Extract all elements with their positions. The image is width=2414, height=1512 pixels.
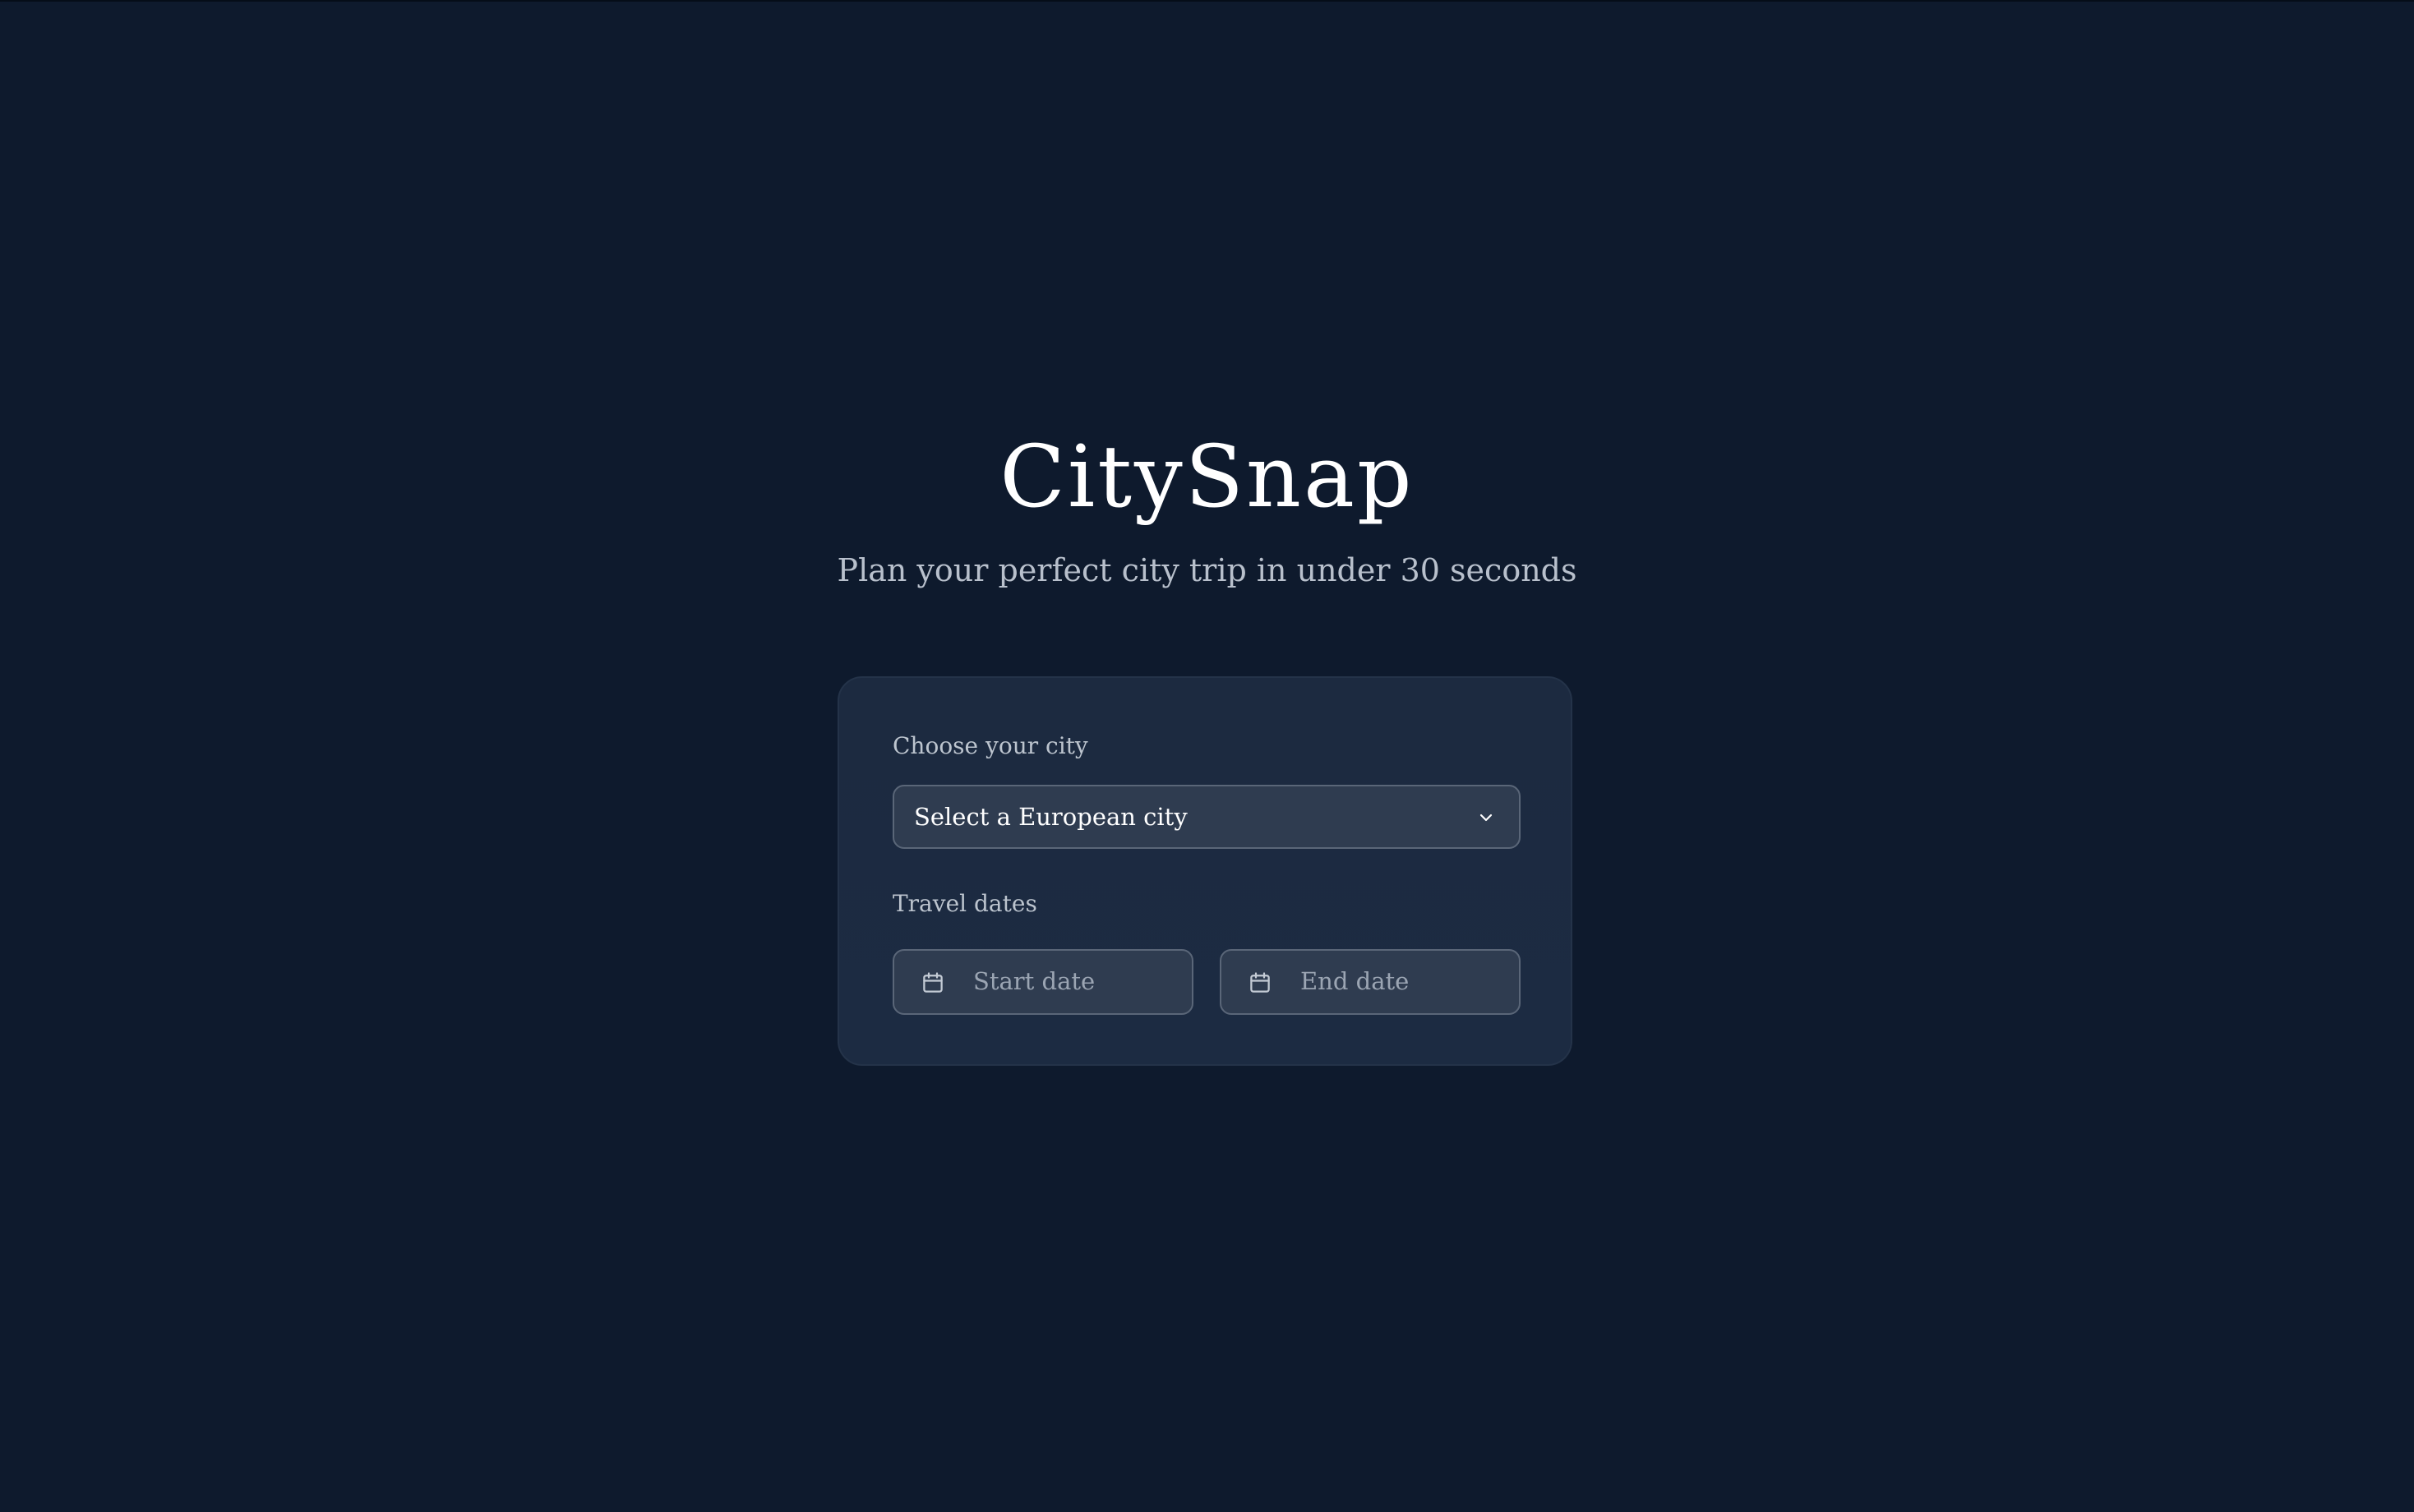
calendar-icon <box>1250 972 1270 993</box>
end-date-placeholder: End date <box>1300 967 1410 995</box>
city-select-value: Select a European city <box>914 803 1188 831</box>
chevron-down-icon <box>1479 814 1493 822</box>
trip-form-card: Choose your city Select a European city … <box>838 676 1572 1066</box>
page-subtitle: Plan your perfect city trip in under 30 … <box>837 552 1577 588</box>
calendar-icon <box>923 972 943 993</box>
city-label: Choose your city <box>893 732 1088 759</box>
start-date-placeholder: Start date <box>973 967 1096 995</box>
city-select[interactable]: Select a European city <box>893 785 1521 849</box>
start-date-input[interactable]: Start date <box>893 949 1193 1015</box>
end-date-input[interactable]: End date <box>1220 949 1521 1015</box>
travel-dates-label: Travel dates <box>893 890 1037 917</box>
page-title: CitySnap <box>999 426 1415 527</box>
